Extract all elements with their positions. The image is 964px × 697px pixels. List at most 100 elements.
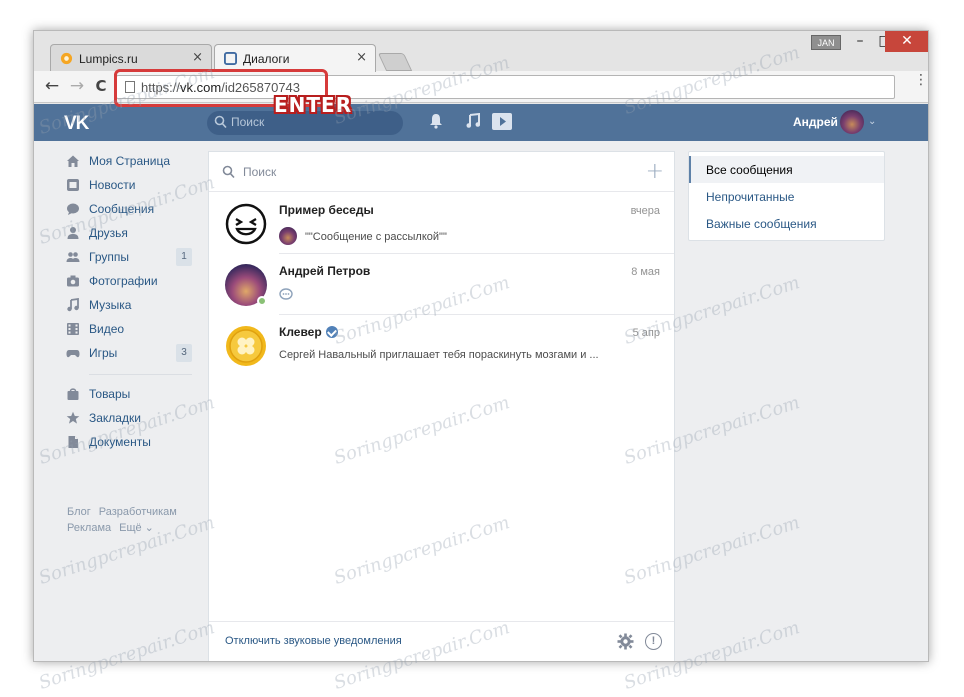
filter-all-messages[interactable]: Все сообщения — [689, 156, 884, 183]
info-glyph: ! — [651, 635, 656, 647]
lumpics-favicon-icon — [60, 52, 73, 65]
search-placeholder: Поиск — [243, 165, 277, 179]
dialog-preview — [279, 288, 293, 302]
browser-menu-icon[interactable]: ⋮ — [914, 73, 928, 87]
disable-sound-notifications-link[interactable]: Отключить звуковые уведомления — [225, 635, 402, 647]
nav-item-messages[interactable]: Сообщения — [64, 197, 200, 221]
nav-label: Новости — [89, 178, 136, 192]
header-user-name[interactable]: Андрей — [793, 115, 838, 129]
bell-icon[interactable] — [429, 113, 443, 129]
dialog-name: Пример беседы — [279, 203, 374, 217]
nav-label: Музыка — [89, 298, 132, 312]
nav-label: Фотографии — [89, 274, 158, 288]
filter-label: Непрочитанные — [706, 190, 795, 204]
community-avatar — [225, 325, 267, 367]
verified-icon — [325, 326, 338, 338]
screenshot: Lumpics.ru × Диалоги × JAN – □ ✕ ← → C — [0, 0, 964, 697]
clover-coin-icon — [226, 326, 266, 366]
tab-dialogs[interactable]: Диалоги × — [214, 44, 376, 72]
footer-link-developers[interactable]: Разработчикам — [99, 506, 177, 518]
preview-text: ""Сообщение с рассылкой"" — [305, 231, 447, 243]
footer-link-more[interactable]: Ещё ⌄ — [119, 522, 154, 534]
dialog-preview: Сергей Навальный приглашает тебя пораски… — [279, 349, 599, 361]
news-icon — [67, 179, 79, 191]
online-indicator — [257, 296, 267, 306]
gear-icon[interactable] — [617, 633, 634, 650]
info-icon[interactable]: ! — [645, 633, 662, 650]
nav-item-games[interactable]: Игры 3 — [64, 341, 200, 365]
vk-favicon-icon — [224, 52, 237, 65]
dialogs-search-input[interactable]: Поиск + — [209, 152, 674, 192]
nav-item-documents[interactable]: Документы — [64, 430, 200, 454]
vk-logo[interactable]: VK — [64, 113, 89, 135]
search-icon — [214, 115, 227, 129]
nav-item-friends[interactable]: Друзья — [64, 221, 200, 245]
title-bar: Lumpics.ru × Диалоги × JAN – □ ✕ — [34, 31, 928, 72]
header-avatar[interactable] — [840, 110, 864, 134]
smiley-icon — [225, 203, 267, 245]
new-conversation-button[interactable]: + — [646, 159, 664, 184]
dialog-row[interactable]: Пример беседы вчера ""Сообщение с рассыл… — [209, 193, 674, 254]
filter-label: Важные сообщения — [706, 217, 817, 231]
document-icon — [68, 436, 78, 448]
tab-label: Lumpics.ru — [79, 52, 138, 66]
new-tab-button[interactable] — [377, 53, 413, 71]
nav-item-music[interactable]: Музыка — [64, 293, 200, 317]
forward-button[interactable]: → — [67, 76, 87, 96]
nav-divider — [89, 374, 192, 375]
nav-item-goods[interactable]: Товары — [64, 382, 200, 406]
dialog-preview: ""Сообщение с рассылкой"" — [279, 227, 447, 245]
camera-icon — [67, 275, 79, 287]
close-window-button[interactable]: ✕ — [885, 31, 928, 52]
speech-bubble-icon — [279, 288, 293, 300]
bag-icon — [67, 388, 79, 400]
dialogs-footer: Отключить звуковые уведомления ! — [209, 621, 674, 661]
back-button[interactable]: ← — [42, 76, 62, 96]
footer-link-ads[interactable]: Реклама — [67, 522, 111, 534]
tab-lumpics[interactable]: Lumpics.ru × — [50, 44, 212, 72]
tab-close-icon[interactable]: × — [192, 50, 203, 65]
gamepad-icon — [66, 350, 80, 358]
footer-link-blog[interactable]: Блог — [67, 506, 91, 518]
nav-item-news[interactable]: Новости — [64, 173, 200, 197]
nav-item-photos[interactable]: Фотографии — [64, 269, 200, 293]
home-icon — [67, 155, 79, 167]
dialog-row[interactable]: Андрей Петров 8 мая — [209, 254, 674, 315]
nav-item-my-page[interactable]: Моя Страница — [64, 149, 200, 173]
filter-important[interactable]: Важные сообщения — [689, 210, 884, 237]
nav-item-groups[interactable]: Группы 1 — [64, 245, 200, 269]
filter-label: Все сообщения — [706, 163, 793, 177]
nav-label: Друзья — [89, 226, 128, 240]
chevron-down-icon[interactable]: ⌄ — [868, 116, 876, 127]
left-nav: Моя Страница Новости Сообщения Друзья Гр… — [64, 149, 200, 454]
star-icon — [66, 411, 80, 424]
search-icon — [222, 165, 235, 179]
dialog-row[interactable]: Клевер 5 апр Сергей Навальный приглашает… — [209, 315, 674, 376]
nav-label: Закладки — [89, 411, 141, 425]
filter-unread[interactable]: Непрочитанные — [689, 183, 884, 210]
reload-button[interactable]: C — [91, 76, 111, 96]
nav-label: Товары — [89, 387, 131, 401]
search-placeholder: Поиск — [231, 115, 265, 129]
profile-badge[interactable]: JAN — [811, 35, 841, 50]
nav-label: Группы — [89, 250, 129, 264]
nav-label: Видео — [89, 322, 125, 336]
dialog-name: Клевер — [279, 325, 338, 339]
message-filters: Все сообщения Непрочитанные Важные сообщ… — [688, 151, 885, 241]
dialog-name-text: Клевер — [279, 325, 322, 339]
dialogs-panel: Поиск + Пример беседы вчера ""Сообщение … — [208, 151, 675, 661]
vk-header: VK Поиск Андрей ⌄ — [34, 104, 928, 141]
groups-count-badge: 1 — [176, 248, 192, 266]
nav-item-bookmarks[interactable]: Закладки — [64, 406, 200, 430]
music-note-icon[interactable] — [466, 113, 480, 129]
tab-close-icon[interactable]: × — [356, 50, 367, 65]
play-icon[interactable] — [492, 113, 512, 130]
nav-label: Сообщения — [89, 202, 155, 216]
friends-icon — [67, 227, 79, 239]
groups-icon — [66, 252, 80, 262]
vk-page: VK Поиск Андрей ⌄ Моя Страница Новости С… — [34, 104, 928, 661]
dialog-date: 5 апр — [632, 327, 660, 339]
nav-label: Документы — [89, 435, 151, 449]
dialog-date: вчера — [630, 205, 660, 217]
nav-item-video[interactable]: Видео — [64, 317, 200, 341]
